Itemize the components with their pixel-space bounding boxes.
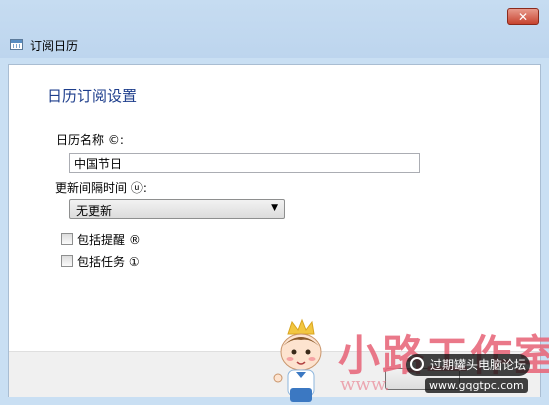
window-title: 订阅日历 <box>30 39 79 53</box>
update-interval-select[interactable]: 无更新 ▼ <box>69 199 285 219</box>
page-title: 日历订阅设置 <box>47 87 138 105</box>
calendar-name-label: 日历名称 ©: <box>56 133 124 147</box>
badge-icon <box>410 357 424 371</box>
mascot-logo <box>273 318 322 402</box>
update-interval-label: 更新间隔时间 ⓤ: <box>55 181 147 195</box>
close-button[interactable]: ✕ <box>507 8 539 25</box>
watermark-url: www. <box>340 374 390 395</box>
chevron-down-icon: ▼ <box>271 203 278 213</box>
calendar-icon <box>10 39 23 50</box>
include-reminders-label[interactable]: 包括提醒 ® <box>77 231 141 248</box>
forum-badge: 过期罐头电脑论坛 <box>406 354 530 376</box>
update-interval-value: 无更新 <box>76 204 113 218</box>
include-tasks-label[interactable]: 包括任务 ① <box>77 253 140 270</box>
include-reminders-checkbox[interactable] <box>61 233 73 245</box>
close-icon: ✕ <box>517 10 529 24</box>
calendar-name-input[interactable] <box>69 153 420 173</box>
forum-badge-text: 过期罐头电脑论坛 <box>430 358 527 372</box>
window-titlebar: ✕ 订阅日历 <box>0 0 549 58</box>
forum-url: www.gqgtpc.com <box>425 378 528 393</box>
include-tasks-checkbox[interactable] <box>61 255 73 267</box>
